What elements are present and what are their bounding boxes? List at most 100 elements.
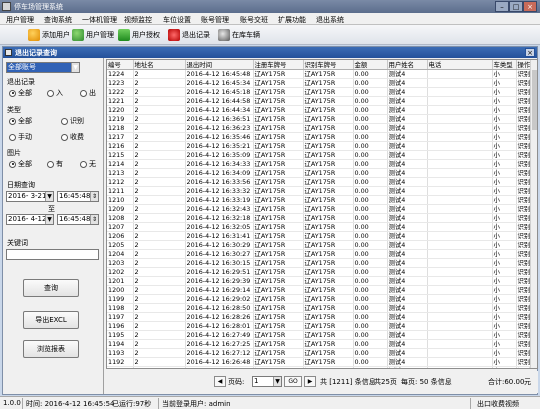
cell-amount: 0.00 bbox=[353, 240, 388, 250]
menu-shift-handover[interactable]: 账号交班 bbox=[240, 15, 268, 25]
menu-query-system[interactable]: 查询系统 bbox=[44, 15, 72, 25]
current-time-text: 时间: 2016-4-12 16:45:54 bbox=[26, 400, 115, 408]
exit-radio-all[interactable]: 全部 bbox=[9, 88, 32, 98]
first-page-button[interactable]: ◀ bbox=[214, 376, 226, 387]
menu-parking-settings[interactable]: 车位设置 bbox=[163, 15, 191, 25]
exit-radio-in[interactable]: 入 bbox=[47, 88, 63, 98]
table-row[interactable]: 1208 2 2016-4-12 16:32:18 辽AY175R 辽AY175R 0.0… bbox=[107, 213, 533, 223]
table-row[interactable]: 1192 2 2016-4-12 16:26:48 辽AY175R 辽AY175R 0.0… bbox=[107, 357, 533, 367]
field-select[interactable]: 全部账号 ▼ bbox=[6, 62, 80, 73]
exit-record-button[interactable]: 退出记录 bbox=[168, 28, 210, 42]
table-row[interactable]: 1210 2 2016-4-12 16:33:19 辽AY175R 辽AY175R 0.0… bbox=[107, 195, 533, 205]
radio-dot bbox=[61, 133, 68, 141]
table-row[interactable]: 1223 2 2016-4-12 16:45:34 辽AY175R 辽AY175R 0.0… bbox=[107, 78, 533, 88]
table-row[interactable]: 1207 2 2016-4-12 16:32:05 辽AY175R 辽AY175R 0.0… bbox=[107, 222, 533, 232]
col-header-vehicle-type[interactable]: 车类型 bbox=[492, 60, 517, 70]
table-row[interactable]: 1201 2 2016-4-12 16:29:39 辽AY175R 辽AY175R 0.0… bbox=[107, 276, 533, 286]
table-row[interactable]: 1217 2 2016-4-12 16:35:46 辽AY175R 辽AY175R 0.0… bbox=[107, 132, 533, 142]
cell-recognized-plate: 辽AY175R bbox=[303, 330, 354, 340]
close-button[interactable]: × bbox=[523, 1, 537, 12]
table-row[interactable]: 1198 2 2016-4-12 16:28:50 辽AY175R 辽AY175R 0.0… bbox=[107, 303, 533, 313]
chevron-down-icon: ▼ bbox=[71, 63, 79, 72]
table-row[interactable]: 1205 2 2016-4-12 16:30:29 辽AY175R 辽AY175R 0.0… bbox=[107, 240, 533, 250]
table-row[interactable]: 119122016-4-12 16:26:36辽AY175R辽AY175R0.0… bbox=[107, 366, 533, 368]
time-from-picker[interactable]: 16:45:48 ⇕ bbox=[57, 191, 99, 202]
user-authorization-button[interactable]: 用户授权 bbox=[118, 28, 160, 42]
scrollbar-thumb[interactable] bbox=[532, 70, 537, 130]
table-row[interactable]: 1195 2 2016-4-12 16:27:49 辽AY175R 辽AY175R 0.0… bbox=[107, 330, 533, 340]
table-row[interactable]: 1196 2 2016-4-12 16:28:01 辽AY175R 辽AY175R 0.0… bbox=[107, 321, 533, 331]
table-row[interactable]: 1202 2 2016-4-12 16:29:51 辽AY175R 辽AY175R 0.0… bbox=[107, 267, 533, 277]
table-row[interactable]: 1206 2 2016-4-12 16:31:41 辽AY175R 辽AY175R 0.0… bbox=[107, 231, 533, 241]
page-select[interactable]: 1 ▼ bbox=[252, 376, 282, 387]
image-radio-all[interactable]: 全部 bbox=[9, 159, 32, 169]
user-management-button[interactable]: 用户管理 bbox=[72, 28, 114, 42]
date-to-picker[interactable]: 2016- 4-12 ▼ bbox=[6, 214, 54, 225]
exit-radio-out[interactable]: 出 bbox=[80, 88, 96, 98]
export-excel-button[interactable]: 导出EXCL bbox=[23, 311, 79, 329]
menu-terminal-management[interactable]: 一体机管理 bbox=[82, 15, 117, 25]
menu-extensions[interactable]: 扩展功能 bbox=[278, 15, 306, 25]
date-from-picker[interactable]: 2016- 3-21 ▼ bbox=[6, 191, 54, 202]
menu-exit-system[interactable]: 退出系统 bbox=[316, 15, 344, 25]
table-row[interactable]: 1219 2 2016-4-12 16:36:51 辽AY175R 辽AY175R 0.0… bbox=[107, 114, 533, 124]
menu-video-monitor[interactable]: 视频监控 bbox=[124, 15, 152, 25]
image-radio-yes[interactable]: 有 bbox=[47, 159, 63, 169]
image-radio-no[interactable]: 无 bbox=[80, 159, 96, 169]
table-row[interactable]: 1213 2 2016-4-12 16:34:09 辽AY175R 辽AY175R 0.0… bbox=[107, 168, 533, 178]
vehicles-in-lot-button[interactable]: 在库车辆 bbox=[218, 28, 260, 42]
table-row[interactable]: 1222 2 2016-4-12 16:45:18 辽AY175R 辽AY175R 0.0… bbox=[107, 87, 533, 97]
menu-account-management[interactable]: 账号管理 bbox=[201, 15, 229, 25]
table-row[interactable]: 1204 2 2016-4-12 16:30:27 辽AY175R 辽AY175R 0.0… bbox=[107, 249, 533, 259]
go-button[interactable]: GO bbox=[284, 376, 302, 387]
table-row[interactable]: 1221 2 2016-4-12 16:44:58 辽AY175R 辽AY175R 0.0… bbox=[107, 96, 533, 106]
table-row[interactable]: 1216 2 2016-4-12 16:35:21 辽AY175R 辽AY175R 0.0… bbox=[107, 141, 533, 151]
table-row[interactable]: 1218 2 2016-4-12 16:36:23 辽AY175R 辽AY175R 0.0… bbox=[107, 123, 533, 133]
cell-vehicle-type: 小 bbox=[492, 123, 517, 133]
query-button[interactable]: 查询 bbox=[23, 279, 79, 297]
table-row[interactable]: 1197 2 2016-4-12 16:28:26 辽AY175R 辽AY175R 0.0… bbox=[107, 312, 533, 322]
type-radio-all[interactable]: 全部 bbox=[9, 116, 32, 126]
per-page: 每页: 50 条信息 bbox=[401, 378, 452, 386]
menu-user-management[interactable]: 用户管理 bbox=[6, 15, 34, 25]
table-row[interactable]: 1214 2 2016-4-12 16:34:33 辽AY175R 辽AY175R 0.0… bbox=[107, 159, 533, 169]
table-row[interactable]: 1215 2 2016-4-12 16:35:09 辽AY175R 辽AY175R 0.0… bbox=[107, 150, 533, 160]
col-header-user-name[interactable]: 用户姓名 bbox=[387, 60, 428, 70]
records-table[interactable]: 编号 地址名 退出时间 注册车牌号 识别车牌号 金额 用户姓名 电话 车类型 操… bbox=[106, 59, 538, 369]
col-header-exit-time[interactable]: 退出时间 bbox=[185, 60, 254, 70]
magnifier-icon bbox=[218, 29, 230, 41]
cell-phone bbox=[427, 168, 493, 178]
table-row[interactable]: 1193 2 2016-4-12 16:27:12 辽AY175R 辽AY175R 0.0… bbox=[107, 348, 533, 358]
col-header-address[interactable]: 地址名 bbox=[133, 60, 186, 70]
table-row[interactable]: 1199 2 2016-4-12 16:29:02 辽AY175R 辽AY175R 0.0… bbox=[107, 294, 533, 304]
type-radio-manual[interactable]: 手动 bbox=[9, 132, 32, 142]
add-user-button[interactable]: 添加用户 bbox=[28, 28, 70, 42]
cell-exit-time: 2016-4-12 16:26:48 bbox=[185, 357, 254, 367]
table-row[interactable]: 1209 2 2016-4-12 16:32:43 辽AY175R 辽AY175R 0.0… bbox=[107, 204, 533, 214]
col-header-registered-plate[interactable]: 注册车牌号 bbox=[253, 60, 304, 70]
col-header-amount[interactable]: 金额 bbox=[353, 60, 388, 70]
cell-id: 1193 bbox=[107, 348, 134, 358]
view-report-button[interactable]: 浏览报表 bbox=[23, 340, 79, 358]
type-radio-recognized[interactable]: 识别 bbox=[61, 116, 84, 126]
minimize-button[interactable]: – bbox=[495, 1, 509, 12]
maximize-button[interactable]: □ bbox=[509, 1, 523, 12]
table-row[interactable]: 1200 2 2016-4-12 16:29:14 辽AY175R 辽AY175R 0.0… bbox=[107, 285, 533, 295]
subwindow-close-button[interactable]: × bbox=[525, 48, 535, 57]
col-header-phone[interactable]: 电话 bbox=[427, 60, 493, 70]
next-page-button[interactable]: ▶ bbox=[304, 376, 316, 387]
cell-recognized-plate: 辽AY175R bbox=[303, 213, 354, 223]
table-row[interactable]: 1194 2 2016-4-12 16:27:25 辽AY175R 辽AY175R 0.0… bbox=[107, 339, 533, 349]
vertical-scrollbar[interactable] bbox=[530, 60, 537, 368]
table-row[interactable]: 1224 2 2016-4-12 16:45:48 辽AY175R 辽AY175R 0.0… bbox=[107, 69, 533, 79]
col-header-id[interactable]: 编号 bbox=[107, 60, 134, 70]
table-row[interactable]: 1212 2 2016-4-12 16:33:56 辽AY175R 辽AY175R 0.0… bbox=[107, 177, 533, 187]
cell-user-name: 测试4 bbox=[387, 105, 428, 115]
table-row[interactable]: 1203 2 2016-4-12 16:30:15 辽AY175R 辽AY175R 0.0… bbox=[107, 258, 533, 268]
keyword-input[interactable] bbox=[6, 249, 99, 260]
table-row[interactable]: 1211 2 2016-4-12 16:33:32 辽AY175R 辽AY175R 0.0… bbox=[107, 186, 533, 196]
time-to-picker[interactable]: 16:45:48 ⇕ bbox=[57, 214, 99, 225]
table-row[interactable]: 1220 2 2016-4-12 16:44:34 辽AY175R 辽AY175R 0.0… bbox=[107, 105, 533, 115]
col-header-recognized-plate[interactable]: 识别车牌号 bbox=[303, 60, 354, 70]
type-radio-fee[interactable]: 收费 bbox=[61, 132, 84, 142]
